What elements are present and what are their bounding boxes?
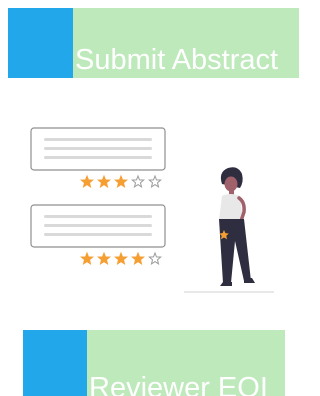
star-rating: [80, 251, 162, 266]
star-filled-icon: [114, 251, 128, 266]
reviewer-eoi-label-area: Reviewer EOI: [87, 330, 285, 396]
review-card: [30, 127, 166, 171]
submit-abstract-label: Submit Abstract: [75, 44, 279, 76]
reviewer-eoi-accent-block: [23, 330, 87, 396]
star-outline-icon: [148, 251, 162, 266]
star-outline-icon: [131, 174, 145, 189]
reviewer-eoi-label: Reviewer EOI: [89, 372, 268, 396]
star-filled-icon: [131, 251, 145, 266]
star-rating: [80, 174, 162, 189]
star-filled-icon: [114, 174, 128, 189]
star-filled-icon: [80, 174, 94, 189]
submit-abstract-accent-block: [8, 8, 73, 78]
review-illustration: [30, 127, 274, 293]
star-filled-icon: [80, 251, 94, 266]
star-filled-icon: [97, 251, 111, 266]
reviewer-eoi-button[interactable]: Reviewer EOI: [23, 330, 285, 396]
submit-abstract-label-area: Submit Abstract: [73, 8, 299, 78]
submit-abstract-button[interactable]: Submit Abstract: [8, 8, 299, 78]
star-filled-icon: [97, 174, 111, 189]
review-card: [30, 204, 166, 248]
star-outline-icon: [148, 174, 162, 189]
person-icon: [184, 167, 274, 293]
